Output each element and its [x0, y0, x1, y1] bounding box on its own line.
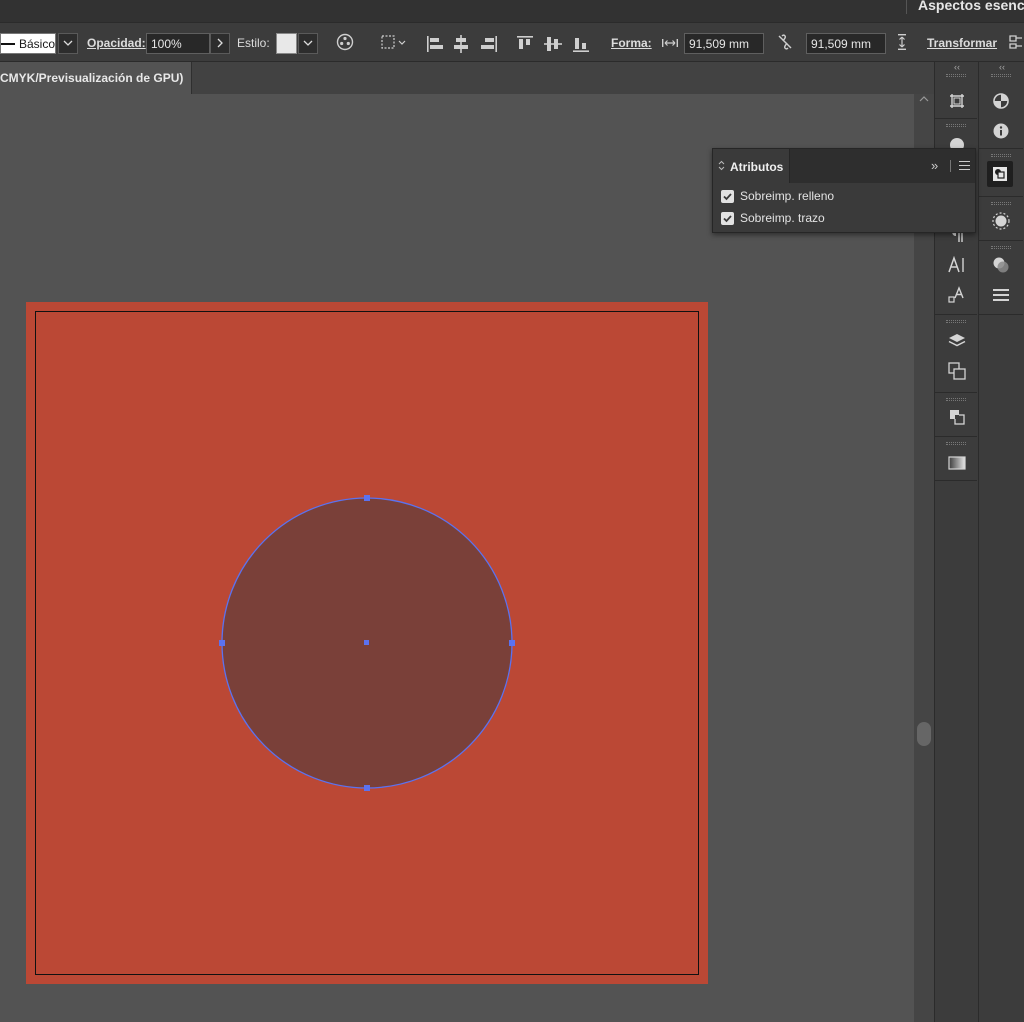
graphic-style-swatch[interactable] — [276, 33, 297, 54]
scroll-thumb[interactable] — [917, 722, 931, 746]
overprint-stroke-label: Sobreimp. trazo — [740, 211, 825, 225]
align-top-icon[interactable] — [515, 34, 535, 54]
info-icon[interactable] — [988, 118, 1014, 144]
height-input[interactable]: 91,509 mm — [806, 33, 886, 54]
attributes-panel-tab[interactable]: Atributos — [713, 149, 790, 183]
anchor-handle-right[interactable] — [509, 640, 515, 646]
attributes-panel: Atributos » Sobreimp. relleno Sobreimp. … — [712, 148, 976, 233]
layers-icon[interactable] — [944, 328, 970, 354]
dock-grip[interactable] — [991, 202, 1011, 205]
dock-collapse-button[interactable]: ‹‹ — [982, 62, 1022, 72]
dock-grip[interactable] — [946, 398, 966, 401]
scroll-up-arrow-icon[interactable] — [918, 94, 930, 108]
stroke-profile-label: Básico — [19, 37, 56, 51]
workspace-switcher[interactable]: Aspectos esenc — [918, 0, 1024, 13]
document-tab[interactable]: CMYK/Previsualización de GPU) — [0, 62, 192, 94]
stroke-profile-preview — [1, 43, 15, 45]
align-left-icon[interactable] — [425, 34, 445, 54]
width-input[interactable]: 91,509 mm — [684, 33, 764, 54]
dock-collapse-button[interactable]: ‹‹ — [937, 62, 977, 72]
character-styles-icon[interactable] — [944, 282, 970, 308]
overprint-fill-label: Sobreimp. relleno — [740, 189, 835, 203]
align-bottom-icon[interactable] — [571, 34, 591, 54]
document-tab-bar: CMYK/Previsualización de GPU) — [0, 62, 934, 94]
align-right-icon[interactable] — [479, 34, 499, 54]
dock-grip[interactable] — [991, 246, 1011, 249]
panel-dock-right: ‹‹ — [978, 62, 1024, 1022]
overprint-stroke-option[interactable]: Sobreimp. trazo — [721, 209, 825, 227]
anchor-handle-left[interactable] — [219, 640, 225, 646]
circle-selection-group[interactable] — [26, 302, 708, 984]
dock-grip[interactable] — [946, 124, 966, 127]
control-bar: Básico Opacidad: 100% Estilo: Forma: 91,… — [0, 22, 1024, 62]
dock-grip[interactable] — [991, 74, 1011, 77]
attributes-panel-title: Atributos — [730, 160, 784, 174]
dock-grip[interactable] — [946, 320, 966, 323]
recolor-artwork-icon[interactable] — [334, 33, 356, 55]
anchor-handle-top[interactable] — [364, 495, 370, 501]
anchor-handle-bottom[interactable] — [364, 785, 370, 791]
overprint-stroke-checkbox[interactable] — [721, 211, 734, 225]
pathfinder-icon[interactable] — [944, 404, 970, 430]
align-to-selection-icon[interactable] — [378, 33, 408, 55]
stroke-profile-dropdown[interactable] — [58, 33, 78, 54]
align-vertical-center-icon[interactable] — [543, 34, 563, 54]
dock-grip[interactable] — [991, 154, 1011, 157]
workspace-bar: Aspectos esenc — [0, 0, 1024, 22]
constrain-proportions-link-icon[interactable] — [774, 33, 796, 55]
overprint-fill-option[interactable]: Sobreimp. relleno — [721, 187, 834, 205]
gradient-icon[interactable] — [944, 450, 970, 476]
attributes-icon[interactable] — [987, 161, 1013, 187]
height-icon — [891, 33, 913, 55]
transparency-icon[interactable] — [988, 252, 1014, 278]
stroke-profile-field[interactable]: Básico — [0, 33, 56, 54]
opacity-input[interactable]: 100% — [146, 33, 210, 54]
character-icon[interactable] — [944, 252, 970, 278]
width-icon — [659, 33, 681, 55]
opacity-popup-button[interactable] — [210, 33, 230, 54]
expand-panel-icon[interactable]: » — [931, 158, 938, 173]
color-icon[interactable] — [988, 88, 1014, 114]
stroke-icon[interactable] — [988, 282, 1014, 308]
panel-menu-icon[interactable] — [959, 161, 970, 170]
overprint-fill-checkbox[interactable] — [721, 189, 734, 203]
dock-grip[interactable] — [946, 442, 966, 445]
graphic-style-dropdown[interactable] — [298, 33, 318, 54]
dock-grip[interactable] — [946, 74, 966, 77]
shape-label[interactable]: Forma: — [611, 36, 652, 50]
workspace-divider — [906, 0, 907, 14]
attributes-panel-header[interactable]: Atributos » — [713, 149, 975, 183]
vertical-scrollbar[interactable] — [914, 94, 934, 1022]
artboards-icon[interactable] — [944, 88, 970, 114]
brushes-icon[interactable] — [988, 208, 1014, 234]
links-icon[interactable] — [944, 358, 970, 384]
opacity-label[interactable]: Opacidad: — [87, 36, 146, 50]
transform-link[interactable]: Transformar — [927, 36, 997, 50]
artboard[interactable] — [26, 302, 708, 984]
transform-panel-icon[interactable] — [1008, 33, 1024, 55]
center-point-handle[interactable] — [364, 640, 369, 645]
style-label: Estilo: — [237, 36, 270, 50]
align-horizontal-center-icon[interactable] — [451, 34, 471, 54]
panel-options-toggle-icon[interactable] — [718, 160, 725, 172]
